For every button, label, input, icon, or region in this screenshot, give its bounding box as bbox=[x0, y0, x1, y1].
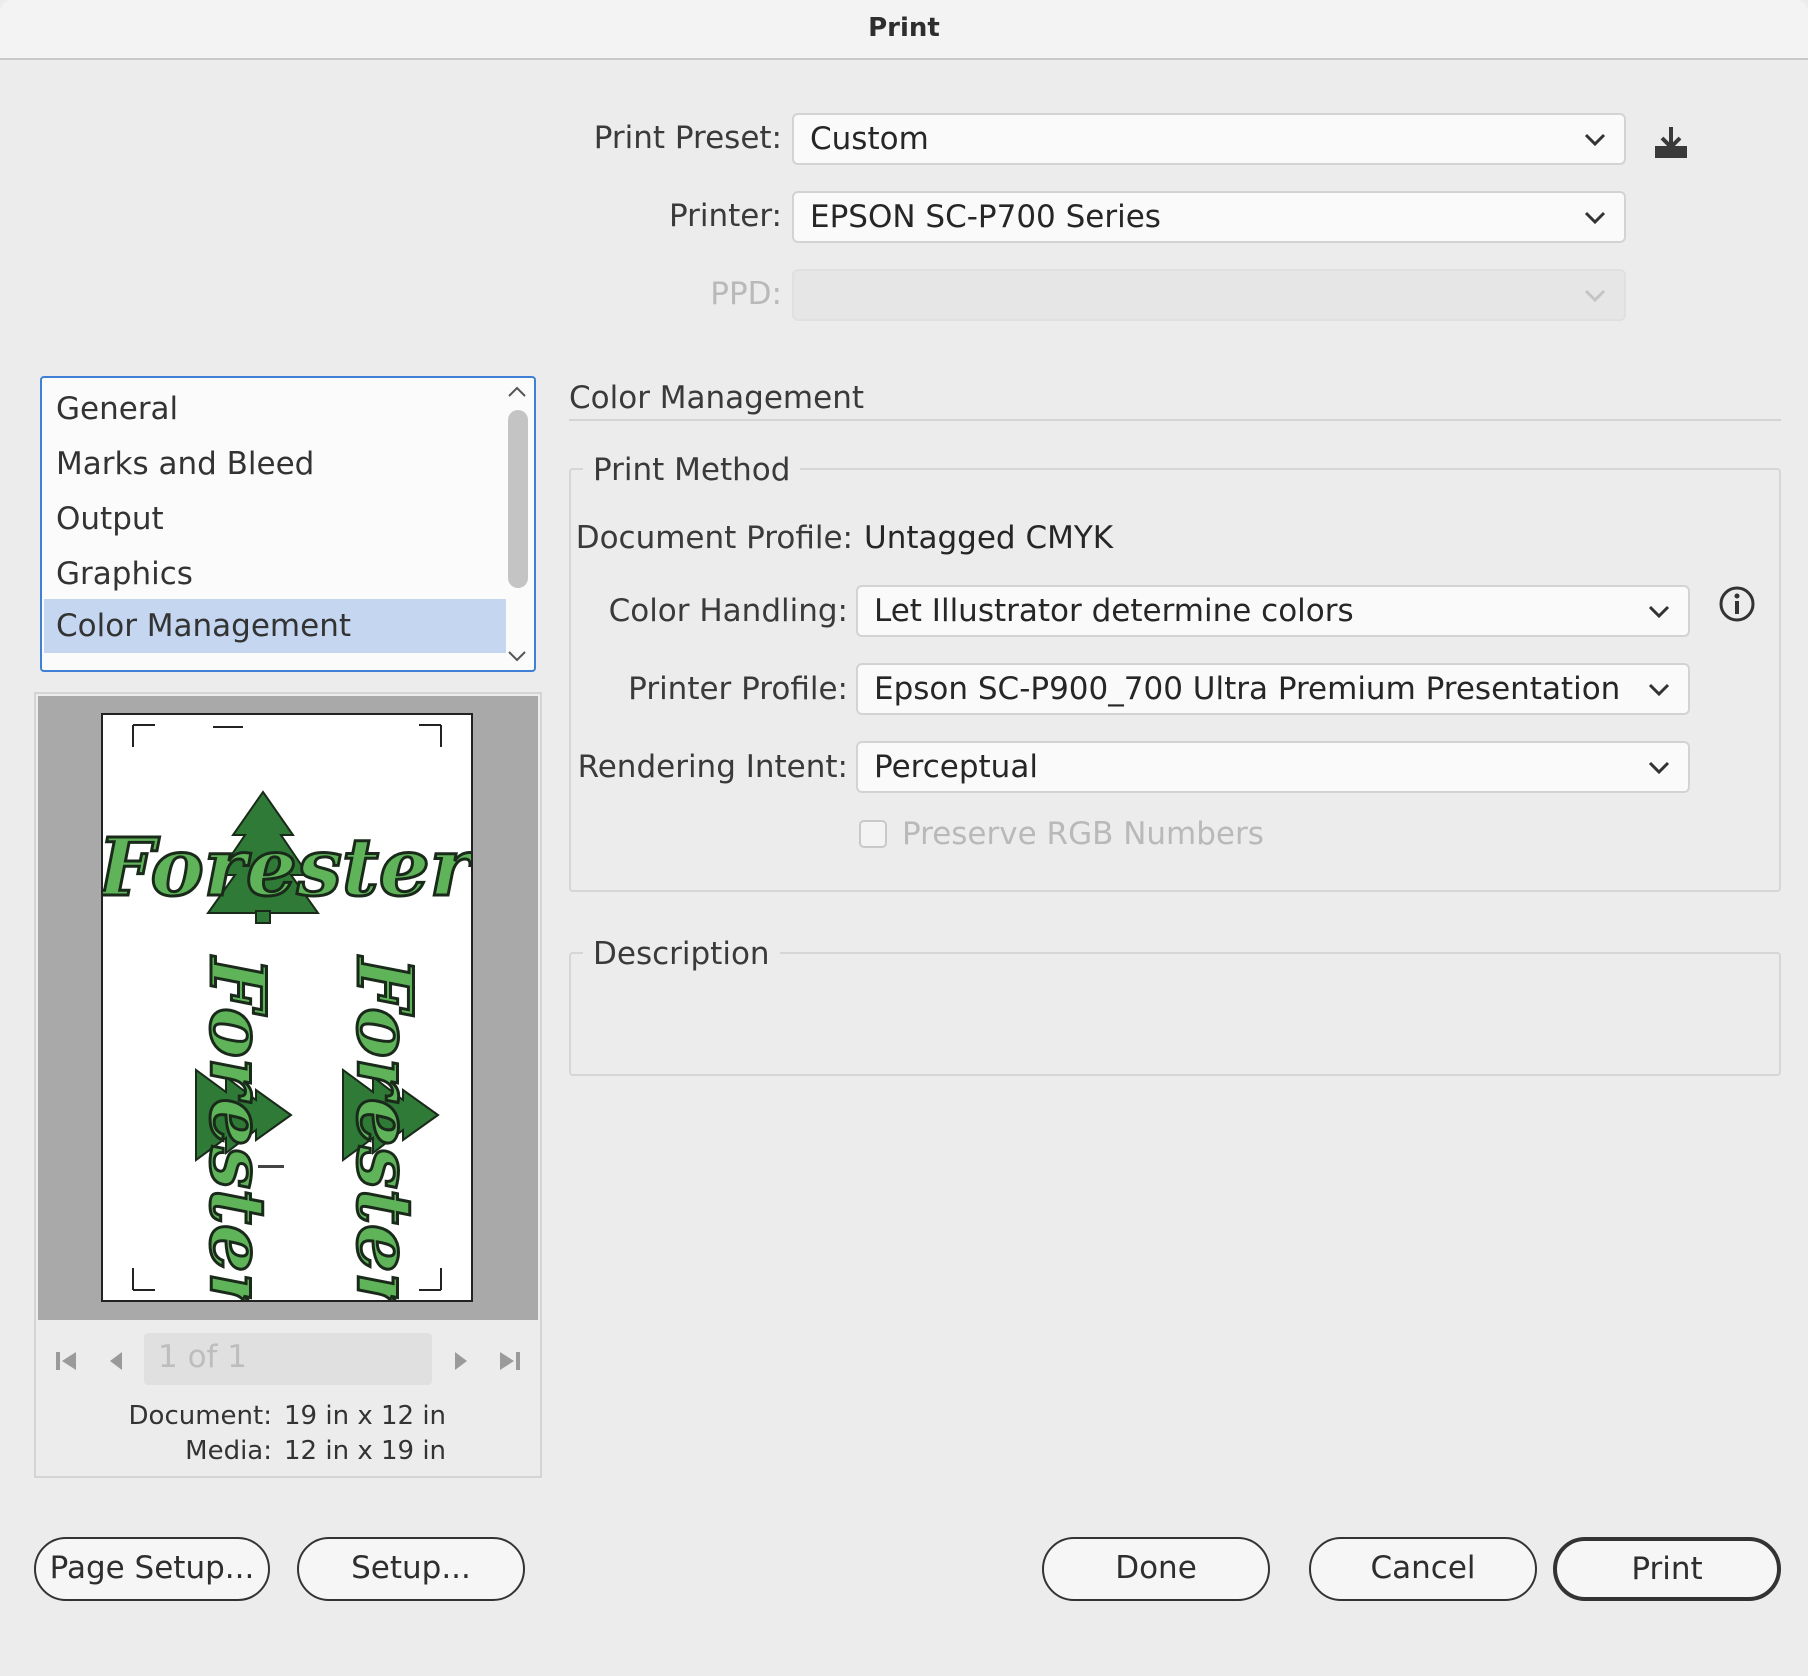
first-page-icon[interactable] bbox=[54, 1350, 80, 1372]
artwork-text-top: Forester bbox=[103, 820, 471, 914]
scrollbar-thumb[interactable] bbox=[508, 410, 528, 588]
preserve-rgb-checkbox bbox=[859, 820, 887, 848]
print-preset-select[interactable]: Custom bbox=[792, 113, 1626, 165]
print-method-legend: Print Method bbox=[583, 452, 801, 488]
sidebar-item-graphics[interactable]: Graphics bbox=[44, 547, 506, 601]
color-handling-select[interactable]: Let Illustrator determine colors bbox=[856, 585, 1690, 637]
rendering-intent-select[interactable]: Perceptual bbox=[856, 741, 1690, 793]
ppd-label: PPD: bbox=[710, 276, 782, 312]
last-page-icon[interactable] bbox=[496, 1350, 522, 1372]
chevron-down-icon bbox=[1584, 289, 1606, 303]
window-title: Print bbox=[868, 13, 940, 43]
previous-page-icon[interactable] bbox=[106, 1350, 128, 1372]
sidebar-item-color-management[interactable]: Color Management bbox=[44, 599, 506, 653]
document-profile-label: Document Profile: bbox=[575, 520, 853, 556]
print-preset-value: Custom bbox=[810, 121, 929, 157]
document-size-label: Document: bbox=[128, 1401, 272, 1431]
rendering-intent-value: Perceptual bbox=[874, 749, 1038, 785]
ppd-select bbox=[792, 269, 1626, 321]
done-button[interactable]: Done bbox=[1042, 1537, 1270, 1601]
sidebar-item-marks-and-bleed[interactable]: Marks and Bleed bbox=[44, 437, 506, 491]
page-setup-button[interactable]: Page Setup... bbox=[34, 1537, 270, 1601]
cancel-button[interactable]: Cancel bbox=[1309, 1537, 1537, 1601]
page-indicator: 1 of 1 bbox=[158, 1339, 248, 1375]
section-title: Color Management bbox=[569, 380, 864, 416]
chevron-down-icon bbox=[1648, 605, 1670, 619]
print-button[interactable]: Print bbox=[1553, 1537, 1781, 1601]
scroll-down-icon[interactable] bbox=[506, 648, 528, 664]
setup-button[interactable]: Setup... bbox=[297, 1537, 525, 1601]
printer-value: EPSON SC-P700 Series bbox=[810, 199, 1161, 235]
chevron-down-icon bbox=[1648, 761, 1670, 775]
chevron-down-icon bbox=[1648, 683, 1670, 697]
color-handling-label: Color Handling: bbox=[608, 593, 848, 629]
scroll-up-icon[interactable] bbox=[506, 384, 528, 400]
sidebar-item-output[interactable]: Output bbox=[44, 492, 506, 546]
printer-label: Printer: bbox=[668, 198, 782, 234]
category-list[interactable]: General Marks and Bleed Output Graphics … bbox=[40, 376, 536, 672]
page-number-field[interactable]: 1 of 1 bbox=[144, 1333, 432, 1385]
title-bar: Print bbox=[0, 0, 1808, 60]
printer-profile-select[interactable]: Epson SC-P900_700 Ultra Premium Presenta… bbox=[856, 663, 1690, 715]
sidebar-item-general[interactable]: General bbox=[44, 382, 506, 436]
artwork-text-left: Forester bbox=[193, 955, 282, 1300]
printer-profile-label: Printer Profile: bbox=[628, 671, 848, 707]
preview-artwork: Forester Forester Forester bbox=[103, 724, 471, 1300]
chevron-down-icon bbox=[1584, 211, 1606, 225]
chevron-down-icon bbox=[1584, 133, 1606, 147]
rendering-intent-label: Rendering Intent: bbox=[577, 749, 848, 785]
next-page-icon[interactable] bbox=[449, 1350, 471, 1372]
description-legend: Description bbox=[583, 936, 780, 972]
print-preset-label: Print Preset: bbox=[593, 120, 782, 156]
media-size-value: 12 in x 19 in bbox=[284, 1436, 447, 1466]
media-size-label: Media: bbox=[185, 1436, 272, 1466]
printer-select[interactable]: EPSON SC-P700 Series bbox=[792, 191, 1626, 243]
printer-profile-value: Epson SC-P900_700 Ultra Premium Presenta… bbox=[874, 671, 1630, 707]
info-icon[interactable] bbox=[1718, 585, 1756, 623]
artwork-text-right: Forester bbox=[340, 955, 429, 1300]
save-preset-icon[interactable] bbox=[1652, 124, 1690, 162]
color-handling-value: Let Illustrator determine colors bbox=[874, 593, 1354, 629]
document-profile-value: Untagged CMYK bbox=[864, 520, 1114, 556]
preserve-rgb-label: Preserve RGB Numbers bbox=[902, 816, 1264, 852]
document-size-value: 19 in x 12 in bbox=[284, 1401, 447, 1431]
preview-page: Forester Forester Forester bbox=[101, 713, 473, 1302]
section-divider bbox=[569, 419, 1781, 421]
